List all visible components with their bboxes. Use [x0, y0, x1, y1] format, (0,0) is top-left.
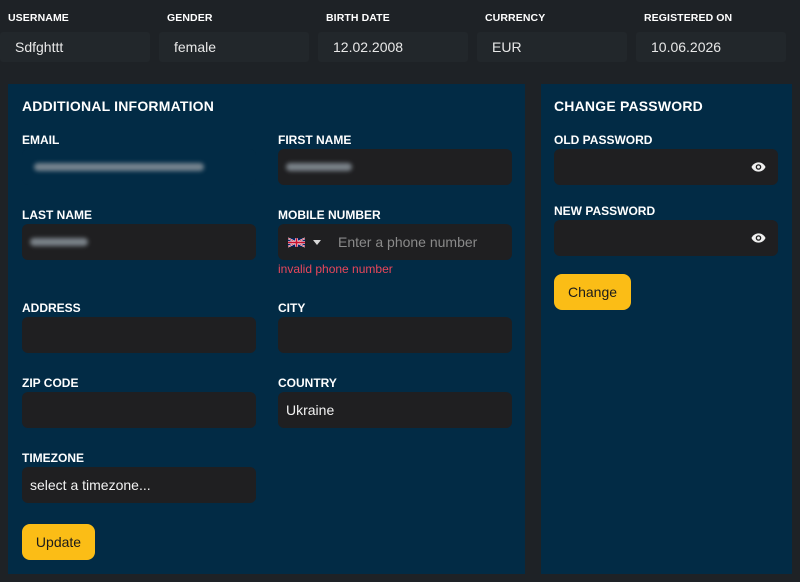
chevron-down-icon[interactable]: [313, 240, 321, 245]
zip-code-label: ZIP CODE: [22, 376, 79, 390]
address-label: ADDRESS: [22, 301, 81, 315]
old-password-label: OLD PASSWORD: [554, 133, 653, 147]
eye-icon[interactable]: [750, 159, 767, 175]
additional-information-title: ADDITIONAL INFORMATION: [22, 98, 215, 114]
username-header: USERNAME: [8, 12, 69, 24]
username-value: Sdfghttt: [0, 32, 150, 62]
profile-summary-strip: USERNAME Sdfghttt GENDER female BIRTH DA…: [0, 0, 800, 70]
zip-code-field[interactable]: [22, 392, 256, 428]
old-password-field[interactable]: [554, 149, 778, 185]
gender-header: GENDER: [167, 12, 213, 24]
last-name-field[interactable]: [22, 224, 256, 260]
city-label: CITY: [278, 301, 306, 315]
mobile-number-label: MOBILE NUMBER: [278, 208, 381, 222]
change-password-title: CHANGE PASSWORD: [554, 98, 703, 114]
birth-date-header: BIRTH DATE: [326, 12, 390, 24]
city-field[interactable]: [278, 317, 512, 353]
registered-on-header: REGISTERED ON: [644, 12, 733, 24]
uk-flag-icon[interactable]: [288, 237, 305, 248]
country-field[interactable]: Ukraine: [278, 392, 512, 428]
new-password-field[interactable]: [554, 220, 778, 256]
timezone-label: TIMEZONE: [22, 451, 84, 465]
email-label: EMAIL: [22, 133, 60, 147]
mobile-number-error: invalid phone number: [278, 262, 393, 276]
change-password-button[interactable]: Change: [554, 274, 631, 310]
additional-information-panel: ADDITIONAL INFORMATION EMAIL FIRST NAME …: [8, 84, 525, 574]
timezone-select[interactable]: select a timezone...: [22, 467, 256, 503]
mobile-number-placeholder: Enter a phone number: [338, 234, 478, 250]
email-field[interactable]: [22, 149, 256, 185]
birth-date-value: 12.02.2008: [318, 32, 468, 62]
country-label: COUNTRY: [278, 376, 337, 390]
currency-value: EUR: [477, 32, 627, 62]
email-value-obscured: [34, 163, 204, 171]
last-name-label: LAST NAME: [22, 208, 92, 222]
eye-icon[interactable]: [750, 230, 767, 246]
update-button[interactable]: Update: [22, 524, 95, 560]
gender-value: female: [159, 32, 309, 62]
mobile-number-field[interactable]: Enter a phone number: [278, 224, 512, 260]
first-name-field[interactable]: [278, 149, 512, 185]
new-password-label: NEW PASSWORD: [554, 204, 656, 218]
last-name-value-obscured: [30, 238, 88, 246]
first-name-value-obscured: [286, 163, 352, 171]
address-field[interactable]: [22, 317, 256, 353]
change-password-panel: CHANGE PASSWORD OLD PASSWORD NEW PASSWOR…: [541, 84, 792, 574]
registered-on-value: 10.06.2026: [636, 32, 786, 62]
currency-header: CURRENCY: [485, 12, 546, 24]
first-name-label: FIRST NAME: [278, 133, 352, 147]
